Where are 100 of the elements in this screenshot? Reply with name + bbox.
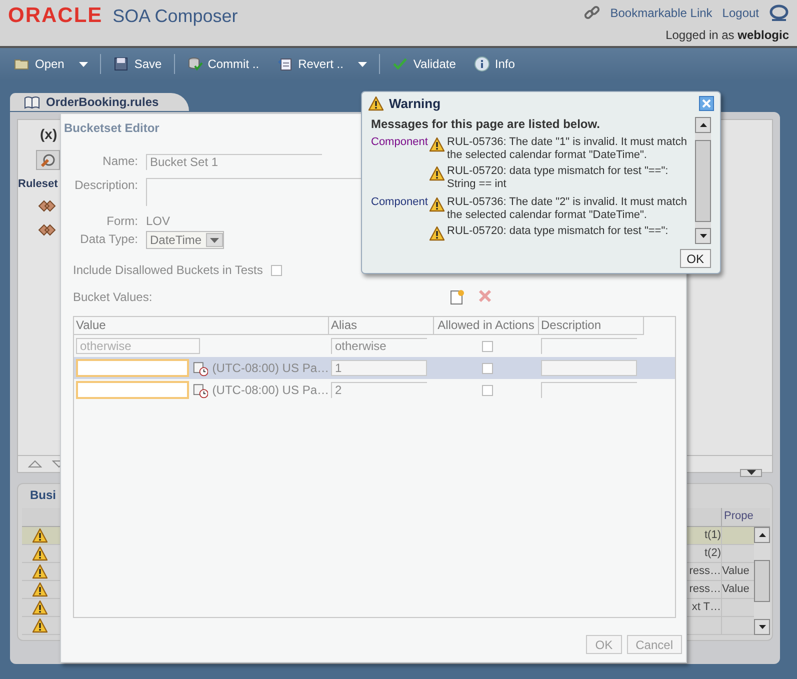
table-cell: Value [722,565,750,577]
name-field[interactable]: Bucket Set 1 [146,154,322,170]
checkbox[interactable] [482,362,493,374]
chain-link-icon [584,5,600,21]
close-icon [702,99,711,108]
ok-button[interactable]: OK [680,249,711,268]
caret-icon [358,62,368,66]
table-row[interactable]: (UTC-08:00) US Pa… 2 [74,379,675,401]
column-header: Prope [721,508,754,526]
component-link[interactable]: Component [371,136,429,162]
alias-field[interactable]: 1 [331,360,427,376]
warning-icon [32,600,48,614]
info-icon [474,56,490,72]
move-up-icon[interactable] [28,460,42,468]
dropdown-button[interactable] [740,468,762,476]
column-header: Description [539,317,644,335]
warning-icon [32,582,48,596]
warning-message: RUL-05736: The date "2" is invalid. It must match the selected calendar format "DateTime". [447,196,688,222]
field-label: Data Type: [79,232,138,246]
toolbar-button[interactable]: Revert .. [275,54,370,74]
warning-icon [429,226,445,241]
caret-icon [210,238,219,242]
description-field[interactable] [541,360,637,376]
messages-heading: Messages for this page are listed below. [371,117,600,131]
calendar-clock-icon[interactable] [192,360,208,376]
scrollbar[interactable] [695,117,711,244]
caret-icon [79,62,88,66]
checkbox[interactable] [482,340,493,352]
dialog-button[interactable]: Cancel [626,635,682,654]
ring-logo-icon [769,4,789,22]
table-cell: ress… [689,583,721,595]
checkbox[interactable] [482,384,493,396]
tool-icon [40,152,56,168]
scrollbar[interactable] [754,526,770,634]
toolbar-button[interactable]: Info [472,54,517,74]
variables-label: (x) [40,126,58,142]
tool-button[interactable] [36,150,60,170]
date-field[interactable] [76,381,189,399]
toolbar-button[interactable]: Commit .. [184,54,262,74]
warning-icon [32,528,48,542]
dialog-title: Bucketset Editor [64,121,160,135]
file-tab[interactable]: OrderBooking.rules [10,93,189,111]
caret-icon [746,470,756,475]
warning-message: RUL-05720: data type mismatch for test "==": [447,225,670,239]
table-row[interactable]: otherwise otherwise [74,335,675,357]
header-link[interactable]: Bookmarkable Link [610,6,712,20]
alias-field[interactable]: 2 [331,382,427,398]
data-type-select[interactable]: DateTime [146,231,224,249]
header-link[interactable]: Logout [722,6,759,20]
column-header: Value [74,317,329,335]
table-cell: t(2) [704,547,721,559]
brand-logo: ORACLE [8,4,103,28]
delete-icon[interactable] [478,289,492,303]
warning-icon [368,96,384,111]
table-cell: t(1) [704,529,721,541]
warning-message: RUL-05736: The date "1" is invalid. It must match the selected calendar format "DateTime". [447,136,688,162]
timezone-label: (UTC-08:00) US Pa… [212,361,329,375]
scroll-down-icon[interactable] [698,232,708,240]
field-label: Description: [74,178,138,192]
alias-field[interactable]: otherwise [331,338,427,354]
table-cell: Value [722,583,750,595]
close-button[interactable] [699,96,714,111]
warning-icon [32,546,48,560]
scroll-down-icon[interactable] [758,622,766,630]
description-field[interactable] [541,338,637,354]
toolbar-button[interactable]: Validate [390,54,458,74]
ruleset-item-icon[interactable] [38,222,56,238]
ruleset-heading: Ruleset [18,178,58,190]
form-value: LOV [146,214,170,228]
book-icon [24,96,40,108]
warning-message: RUL-05720: data type mismatch for test "==": String == int [447,165,670,191]
column-header: Alias [329,317,434,335]
toolbar-button[interactable]: Save [111,54,164,74]
dialog-title: Warning [389,96,441,111]
table-cell: ress… [689,565,721,577]
column-header: Allowed in Actions [434,317,539,335]
table-row[interactable]: (UTC-08:00) US Pa… 1 [74,357,675,379]
warning-icon [429,197,445,212]
document-arrow-icon [277,56,294,72]
description-field[interactable] [541,382,637,398]
product-title: SOA Composer [112,6,238,27]
scroll-up-icon[interactable] [698,121,708,129]
dialog-button[interactable]: OK [586,635,622,654]
toolbar-button[interactable]: Open [12,54,90,74]
panel-heading: Busi [30,488,56,502]
warning-icon [429,137,445,152]
component-link[interactable]: Component [371,196,429,222]
field-label: Form: [106,214,138,228]
warning-icon [32,618,48,632]
scroll-up-icon[interactable] [758,530,766,538]
ruleset-item-icon[interactable] [38,198,56,214]
calendar-clock-icon[interactable] [192,382,208,398]
field-label: Name: [102,154,138,168]
section-label: Bucket Values: [73,290,154,304]
date-field[interactable] [76,359,189,377]
checkbox[interactable] [270,264,282,276]
new-document-icon[interactable] [449,289,465,305]
check-icon [392,56,408,72]
checkbox-label: Include Disallowed Buckets in Tests [73,263,263,277]
table-cell: xt T… [692,601,721,613]
